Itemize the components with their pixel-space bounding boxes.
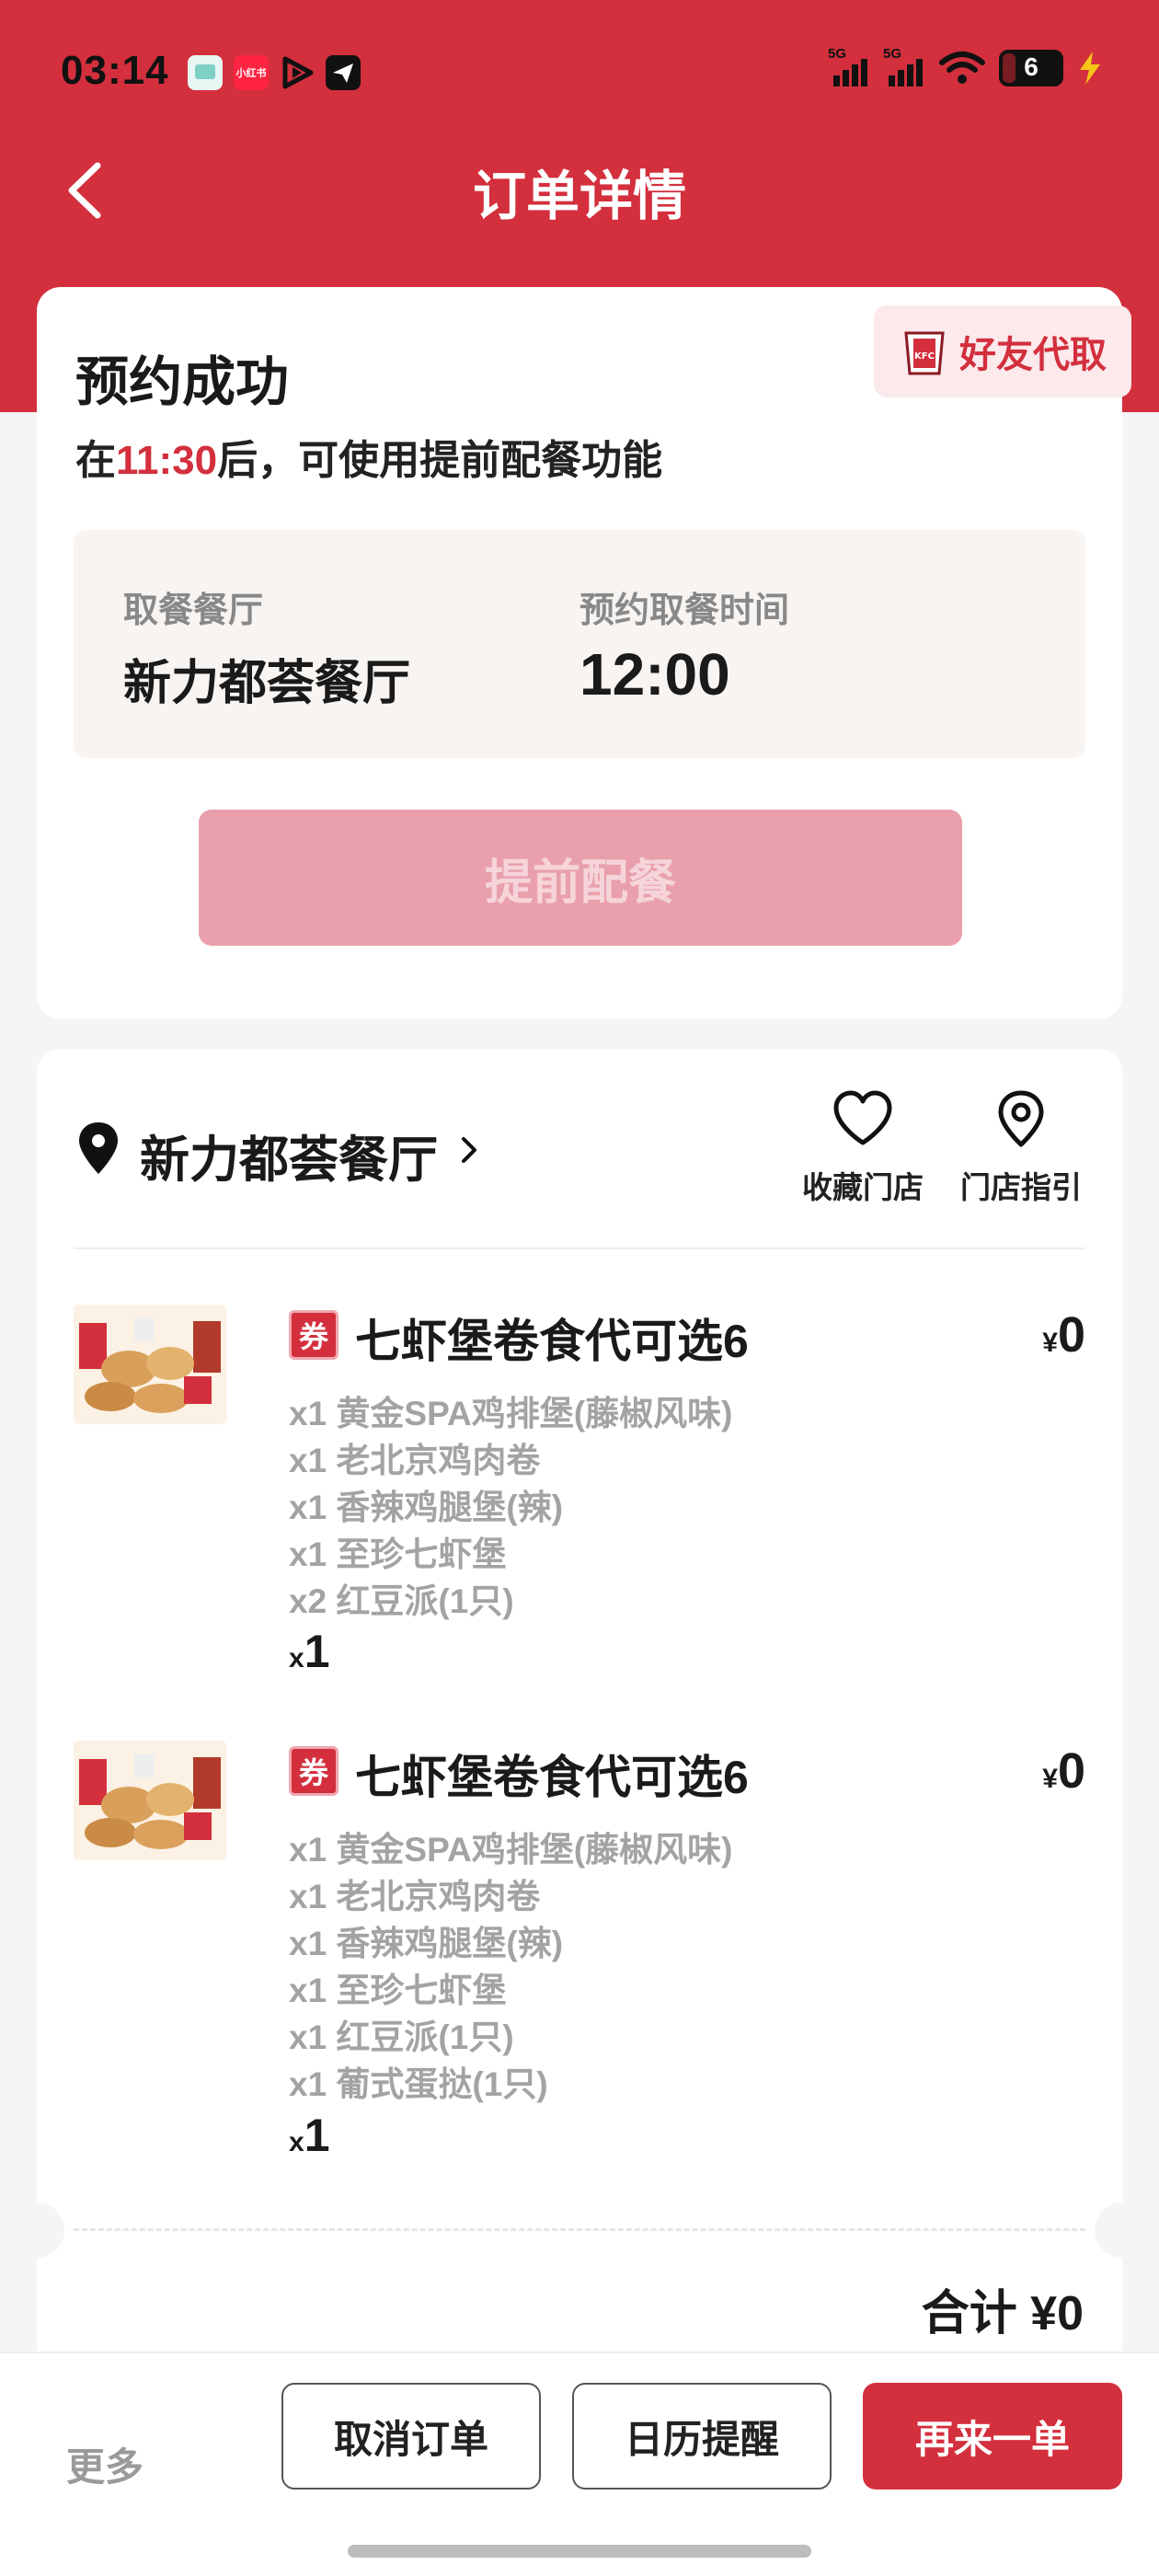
- item-detail: x1 至珍七虾堡: [289, 1972, 507, 2009]
- paper-plane-app-icon: [326, 55, 361, 90]
- ticket-notch: [9, 2202, 64, 2258]
- map-pin-outline-icon: [998, 1090, 1044, 1147]
- favorite-store-button[interactable]: 收藏门店: [780, 1089, 946, 1207]
- video-play-app-icon: [280, 55, 315, 90]
- messages-app-icon: [188, 55, 223, 90]
- pickup-time-label: 预约取餐时间: [580, 592, 790, 630]
- item-detail: x1 黄金SPA鸡排堡(藤椒风味): [289, 1831, 733, 1869]
- meal-thumbnail: [74, 1305, 226, 1424]
- dashed-divider: [74, 2228, 1085, 2231]
- reorder-button[interactable]: 再来一单: [863, 2383, 1122, 2490]
- page-title: 订单详情: [472, 167, 686, 226]
- item-price: ¥0: [1042, 1743, 1085, 1799]
- wifi-icon: [939, 52, 985, 84]
- pickup-time-value: 12:00: [580, 641, 730, 707]
- favorite-store-label: 收藏门店: [802, 1170, 924, 1204]
- order-status-card: KFC 好友代取 预约成功 在11:30后，可使用提前配餐功能 取餐餐厅 新力都…: [37, 287, 1131, 1019]
- more-button[interactable]: 更多: [66, 2436, 143, 2492]
- item-detail: x1 至珍七虾堡: [289, 1535, 507, 1573]
- status-indicators: 5G 5G 6: [828, 46, 1104, 86]
- item-name: 七虾堡卷食代可选6: [355, 1316, 749, 1367]
- chevron-right-icon: [462, 1137, 476, 1163]
- store-guide-button[interactable]: 门店指引: [938, 1089, 1104, 1207]
- heart-icon: [833, 1090, 892, 1145]
- order-total: 合计 ¥0: [921, 2287, 1084, 2340]
- restaurant-label: 取餐餐厅: [123, 592, 264, 630]
- prepare-early-button[interactable]: 提前配餐: [199, 810, 962, 946]
- store-guide-label: 门店指引: [960, 1170, 1082, 1204]
- status-time: 03:14: [61, 48, 169, 93]
- list-item: 券 七虾堡卷食代可选6 ¥0 x1 黄金SPA鸡排堡(藤椒风味) x1 老北京鸡…: [74, 1305, 1085, 1691]
- friend-pickup-label: 好友代取: [959, 335, 1107, 375]
- coupon-badge: 券: [289, 1746, 339, 1796]
- item-detail: x2 红豆派(1只): [289, 1582, 514, 1620]
- item-detail: x1 老北京鸡肉卷: [289, 1878, 541, 1915]
- kfc-bucket-icon: KFC: [904, 331, 945, 375]
- signal-icon: 5G: [828, 46, 870, 86]
- bottom-action-bar: 更多 取消订单 日历提醒 再来一单: [0, 2352, 1159, 2576]
- status-bar: 03:14 小红书 5G 5G 6: [0, 0, 1159, 147]
- item-detail: x1 红豆派(1只): [289, 2018, 514, 2056]
- meal-thumbnail: [74, 1741, 226, 1860]
- available-time: 11:30: [116, 438, 218, 483]
- signal-icon: 5G: [883, 46, 925, 86]
- home-indicator[interactable]: [348, 2545, 811, 2558]
- item-detail: x1 葡式蛋挞(1只): [289, 2065, 548, 2103]
- order-items-card: 新力都荟餐厅 收藏门店 门店指引 券 七虾堡卷食代可选6 ¥0 x1 黄金SPA…: [9, 1049, 1150, 2383]
- item-detail: x1 香辣鸡腿堡(辣): [289, 1925, 564, 1962]
- item-detail: x1 老北京鸡肉卷: [289, 1442, 541, 1479]
- calendar-reminder-button[interactable]: 日历提醒: [572, 2383, 832, 2490]
- item-price: ¥0: [1042, 1307, 1085, 1363]
- cancel-order-button[interactable]: 取消订单: [281, 2383, 541, 2490]
- item-detail: x1 黄金SPA鸡排堡(藤椒风味): [289, 1395, 733, 1432]
- status-description: 在11:30后，可使用提前配餐功能: [75, 438, 663, 483]
- item-detail: x1 香辣鸡腿堡(辣): [289, 1489, 564, 1526]
- store-name-link[interactable]: 新力都荟餐厅: [140, 1119, 438, 1191]
- item-quantity: x1: [289, 2110, 330, 2161]
- list-item: 券 七虾堡卷食代可选6 ¥0 x1 黄金SPA鸡排堡(藤椒风味) x1 老北京鸡…: [74, 1741, 1085, 2173]
- location-pin-icon: [79, 1122, 118, 1174]
- pickup-info-box: 取餐餐厅 新力都荟餐厅 预约取餐时间 12:00: [74, 530, 1085, 758]
- coupon-badge: 券: [289, 1310, 339, 1360]
- status-title: 预约成功: [75, 352, 290, 412]
- restaurant-value: 新力都荟餐厅: [123, 657, 411, 710]
- svg-text:KFC: KFC: [914, 351, 935, 362]
- divider: [74, 1248, 1085, 1249]
- item-name: 七虾堡卷食代可选6: [355, 1752, 749, 1803]
- friend-pickup-button[interactable]: KFC 好友代取: [874, 305, 1131, 397]
- xiaohongshu-app-icon: 小红书: [234, 55, 269, 90]
- battery-icon: 6: [999, 50, 1063, 86]
- item-quantity: x1: [289, 1626, 330, 1677]
- ticket-notch: [1095, 2202, 1150, 2258]
- charging-icon: [1080, 52, 1100, 85]
